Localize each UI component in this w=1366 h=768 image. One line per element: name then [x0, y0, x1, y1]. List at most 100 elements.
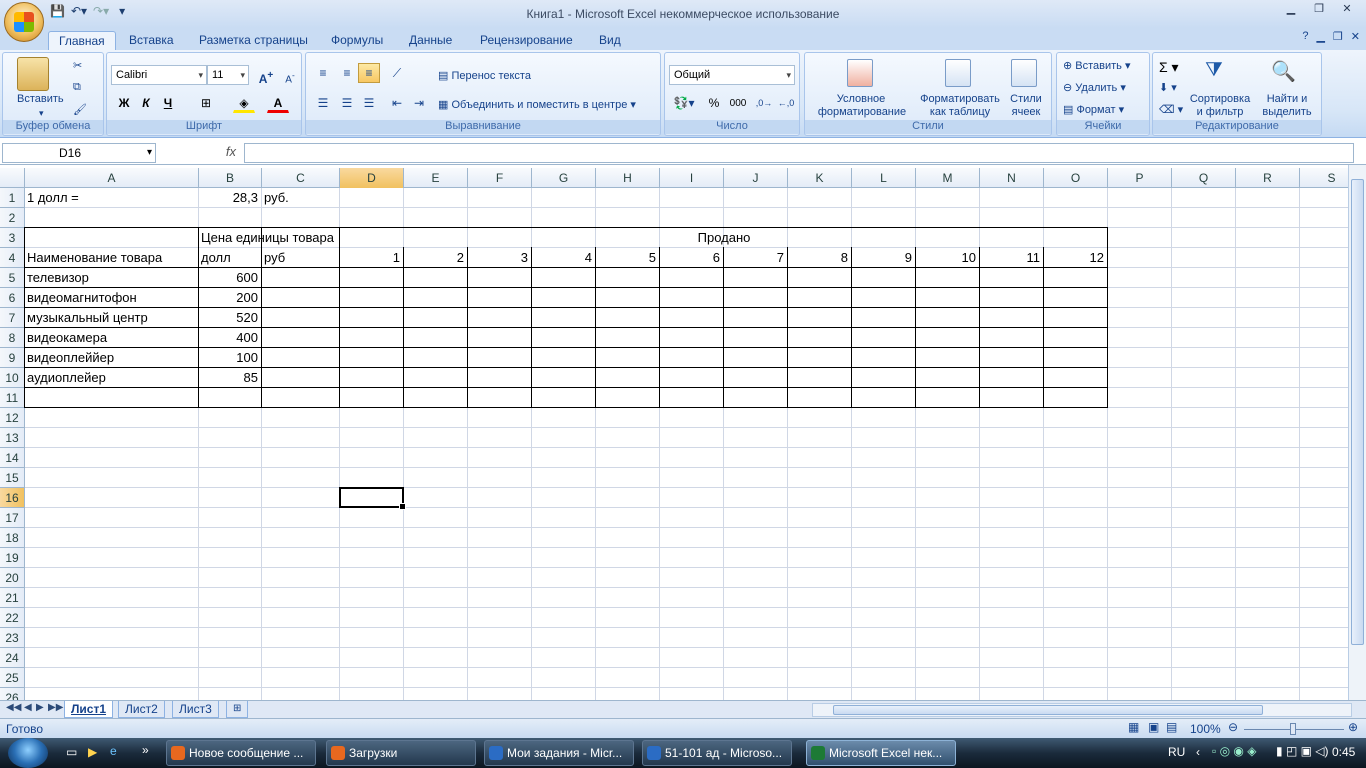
column-header-k[interactable]: K [788, 168, 852, 188]
cell-d3[interactable]: Продано [340, 228, 1108, 248]
cell-m4[interactable]: 10 [916, 248, 978, 268]
cell-b7[interactable]: 520 [199, 308, 260, 328]
cell-k4[interactable]: 8 [788, 248, 850, 268]
row-header-1[interactable]: 1 [0, 188, 25, 208]
column-header-l[interactable]: L [852, 168, 916, 188]
row-header-20[interactable]: 20 [0, 568, 25, 588]
column-header-g[interactable]: G [532, 168, 596, 188]
align-bottom-icon[interactable]: ≡ [358, 63, 380, 83]
format-as-table-label-1[interactable]: Форматировать [915, 93, 1005, 105]
currency-format-icon[interactable]: 💱▾ [669, 93, 699, 113]
page-break-view-icon[interactable]: ▤ [1166, 720, 1177, 734]
taskbar-item-4[interactable]: 51-101 ад - Microso... [642, 740, 792, 766]
sheet-tab-3[interactable]: Лист3 [172, 701, 219, 718]
last-sheet-icon[interactable]: ▶▶ [48, 702, 63, 713]
column-header-f[interactable]: F [468, 168, 532, 188]
column-header-d[interactable]: D [340, 168, 404, 188]
row-header-13[interactable]: 13 [0, 428, 25, 448]
insert-cells-button[interactable]: ⊕ Вставить ▾ [1063, 59, 1131, 72]
column-header-j[interactable]: J [724, 168, 788, 188]
paste-dropdown-icon[interactable]: ▾ [39, 108, 44, 119]
cell-d4[interactable]: 1 [340, 248, 402, 268]
cell-i4[interactable]: 6 [660, 248, 722, 268]
cell-b4[interactable]: долл [199, 248, 233, 268]
fill-color-icon[interactable]: ◈ [233, 93, 255, 113]
cell-styles-icon[interactable] [1011, 59, 1037, 87]
row-header-9[interactable]: 9 [0, 348, 25, 368]
close-button[interactable]: ✕ [1334, 2, 1360, 20]
cell-b6[interactable]: 200 [199, 288, 260, 308]
next-sheet-icon[interactable]: ▶ [36, 702, 44, 713]
row-header-18[interactable]: 18 [0, 528, 25, 548]
taskbar-item-2[interactable]: Загрузки [326, 740, 476, 766]
tab-home[interactable]: Главная [48, 31, 116, 50]
row-header-4[interactable]: 4 [0, 248, 25, 268]
autosum-icon[interactable]: Σ ▾ [1159, 59, 1179, 76]
sort-filter-label-1[interactable]: Сортировка [1187, 93, 1253, 105]
cell-b5[interactable]: 600 [199, 268, 260, 288]
column-header-p[interactable]: P [1108, 168, 1172, 188]
column-header-a[interactable]: A [25, 168, 199, 188]
row-header-22[interactable]: 22 [0, 608, 25, 628]
row-header-11[interactable]: 11 [0, 388, 25, 408]
minimize-button[interactable]: ▁ [1278, 2, 1304, 20]
align-right-icon[interactable]: ☰ [358, 93, 380, 113]
cell-a7[interactable]: музыкальный центр [25, 308, 150, 328]
cell-o4[interactable]: 12 [1044, 248, 1106, 268]
cell-c1[interactable]: руб. [262, 188, 291, 208]
font-size-combo[interactable]: 11 [207, 65, 249, 85]
format-cells-button[interactable]: ▤ Формат ▾ [1063, 103, 1124, 116]
cell-e4[interactable]: 2 [404, 248, 466, 268]
row-header-17[interactable]: 17 [0, 508, 25, 528]
cell-a1[interactable]: 1 долл = [25, 188, 81, 208]
cell-styles-label-2[interactable]: ячеек [1005, 106, 1047, 118]
row-header-10[interactable]: 10 [0, 368, 25, 388]
cell-a9[interactable]: видеоплеййер [25, 348, 116, 368]
format-painter-icon[interactable]: 🖌 [73, 103, 87, 116]
orientation-icon[interactable]: ⟋ [386, 63, 408, 83]
show-desktop-icon[interactable]: ▭ [66, 745, 77, 759]
copy-icon[interactable]: ⧉ [73, 81, 81, 94]
row-header-19[interactable]: 19 [0, 548, 25, 568]
tab-insert[interactable]: Вставка [119, 31, 184, 50]
find-select-label-2[interactable]: выделить [1257, 106, 1317, 118]
vertical-scroll-thumb[interactable] [1351, 179, 1364, 645]
fill-icon[interactable]: ⬇ ▾ [1159, 81, 1177, 94]
align-middle-icon[interactable]: ≡ [336, 63, 358, 83]
font-color-icon[interactable]: A [267, 93, 289, 113]
cell-b9[interactable]: 100 [199, 348, 260, 368]
tray-app-icons[interactable]: ▫ ◎ ◉ ◈ [1212, 744, 1256, 758]
language-indicator[interactable]: RU [1168, 745, 1185, 759]
start-button[interactable] [8, 738, 48, 768]
cell-a8[interactable]: видеокамера [25, 328, 109, 348]
office-button[interactable] [4, 2, 44, 42]
clock[interactable]: 0:45 [1332, 745, 1355, 759]
zoom-slider-thumb[interactable] [1290, 723, 1296, 735]
cell-b3[interactable]: Цена единицы товара [199, 228, 336, 248]
borders-icon[interactable]: ⊞ [195, 93, 217, 113]
column-header-o[interactable]: O [1044, 168, 1108, 188]
cell-a4[interactable]: Наименование товара [25, 248, 164, 268]
active-cell[interactable] [339, 487, 406, 510]
taskbar-item-3[interactable]: Мои задания - Micr... [484, 740, 634, 766]
paste-button[interactable]: Вставить [17, 93, 64, 105]
cut-icon[interactable]: ✂ [73, 59, 82, 72]
conditional-formatting-label-1[interactable]: Условное [811, 93, 911, 105]
row-header-2[interactable]: 2 [0, 208, 25, 228]
row-header-26[interactable]: 26 [0, 688, 25, 700]
column-header-r[interactable]: R [1236, 168, 1300, 188]
normal-view-icon[interactable]: ▦ [1128, 720, 1139, 734]
cell-h4[interactable]: 5 [596, 248, 658, 268]
horizontal-scrollbar[interactable] [812, 703, 1352, 717]
increase-decimal-icon[interactable]: ,0→ [753, 93, 775, 113]
quicklaunch-more-icon[interactable]: » [142, 743, 149, 757]
clear-icon[interactable]: ⌫ ▾ [1159, 103, 1183, 116]
italic-button[interactable]: К [135, 93, 157, 113]
cell-b1[interactable]: 28,3 [199, 188, 260, 208]
sheet-tab-1[interactable]: Лист1 [64, 701, 114, 718]
delete-cells-button[interactable]: ⊖ Удалить ▾ [1063, 81, 1126, 94]
cell-l4[interactable]: 9 [852, 248, 914, 268]
shrink-font-icon[interactable]: A- [279, 65, 301, 85]
row-header-8[interactable]: 8 [0, 328, 25, 348]
conditional-formatting-label-2[interactable]: форматирование [807, 106, 917, 118]
